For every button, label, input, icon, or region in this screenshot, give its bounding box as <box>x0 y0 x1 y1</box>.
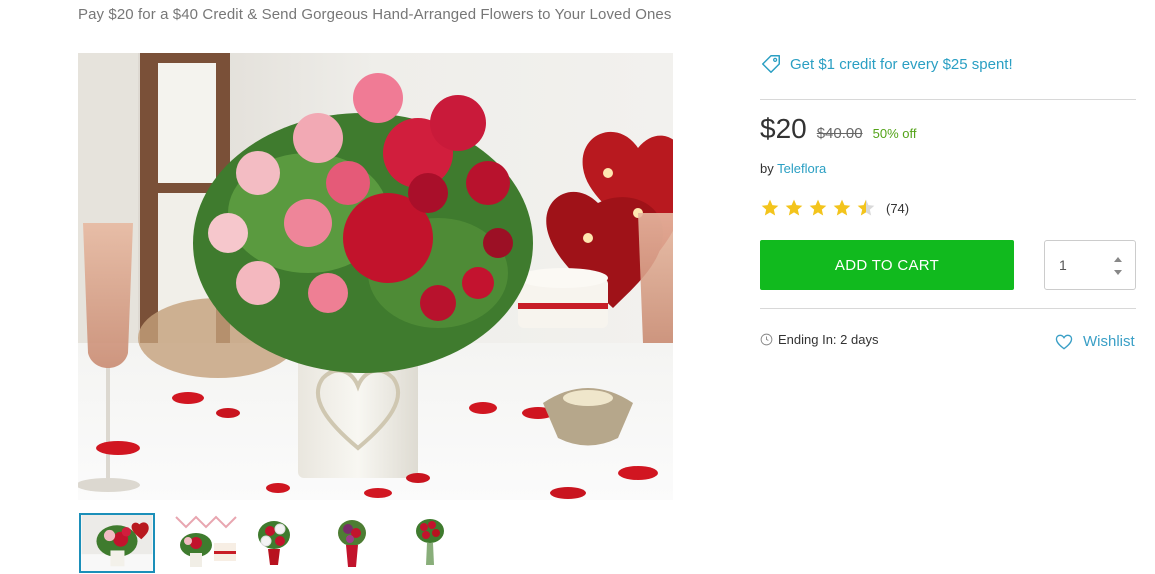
thumbnail-red-roses-vase-icon <box>394 513 470 573</box>
tag-icon <box>762 55 780 73</box>
flower-arrangement-photo <box>78 53 673 500</box>
thumbnail-3[interactable] <box>242 513 318 573</box>
merchant-prefix: by <box>760 161 774 176</box>
ending-text: Ending In: 2 days <box>778 332 879 347</box>
thumbnail-4[interactable] <box>318 513 394 573</box>
star-full-icon <box>833 199 851 216</box>
main-product-image[interactable] <box>78 53 673 500</box>
deal-subtitle: Pay $20 for a $40 Credit & Send Gorgeous… <box>78 6 672 23</box>
merchant-line: by Teleflora <box>760 161 826 176</box>
quantity-spinner[interactable] <box>1113 257 1123 275</box>
thumbnail-2[interactable] <box>166 513 242 573</box>
star-full-icon <box>785 199 803 216</box>
heart-outline-icon <box>1055 334 1073 350</box>
quantity-stepper[interactable] <box>1044 240 1136 290</box>
star-full-icon <box>761 199 779 216</box>
thumbnail-heart-vase-bouquet-icon <box>81 515 153 571</box>
thumbnail-red-white-bouquet-icon <box>242 513 318 573</box>
rating[interactable]: (74) <box>760 198 909 218</box>
increment-icon[interactable] <box>1114 257 1122 262</box>
thumbnail-cake-and-flowers-icon <box>166 513 242 573</box>
star-full-icon <box>809 199 827 216</box>
divider <box>760 308 1136 309</box>
current-price: $20 <box>760 113 807 144</box>
deal-ending: Ending In: 2 days <box>760 332 878 347</box>
wishlist-button[interactable]: Wishlist <box>1055 333 1135 350</box>
original-price: $40.00 <box>816 125 863 142</box>
wishlist-label: Wishlist <box>1083 333 1135 350</box>
decrement-icon[interactable] <box>1114 270 1122 275</box>
price-row: $20 $40.00 50% off <box>760 113 916 145</box>
thumbnail-purple-red-vase-icon <box>318 513 394 573</box>
add-to-cart-button[interactable]: ADD TO CART <box>760 240 1014 290</box>
discount-label: 50% off <box>872 126 917 141</box>
star-half-icon <box>857 199 875 216</box>
credit-promo-text: Get $1 credit for every $25 spent! <box>790 55 1013 73</box>
review-count[interactable]: (74) <box>886 201 909 216</box>
quantity-input[interactable] <box>1046 242 1106 288</box>
thumbnail-5[interactable] <box>394 513 470 573</box>
merchant-link[interactable]: Teleflora <box>777 161 826 176</box>
thumbnail-1[interactable] <box>79 513 155 573</box>
clock-icon <box>760 333 773 346</box>
credit-promo-link[interactable]: Get $1 credit for every $25 spent! <box>760 53 1013 75</box>
divider <box>760 99 1136 100</box>
